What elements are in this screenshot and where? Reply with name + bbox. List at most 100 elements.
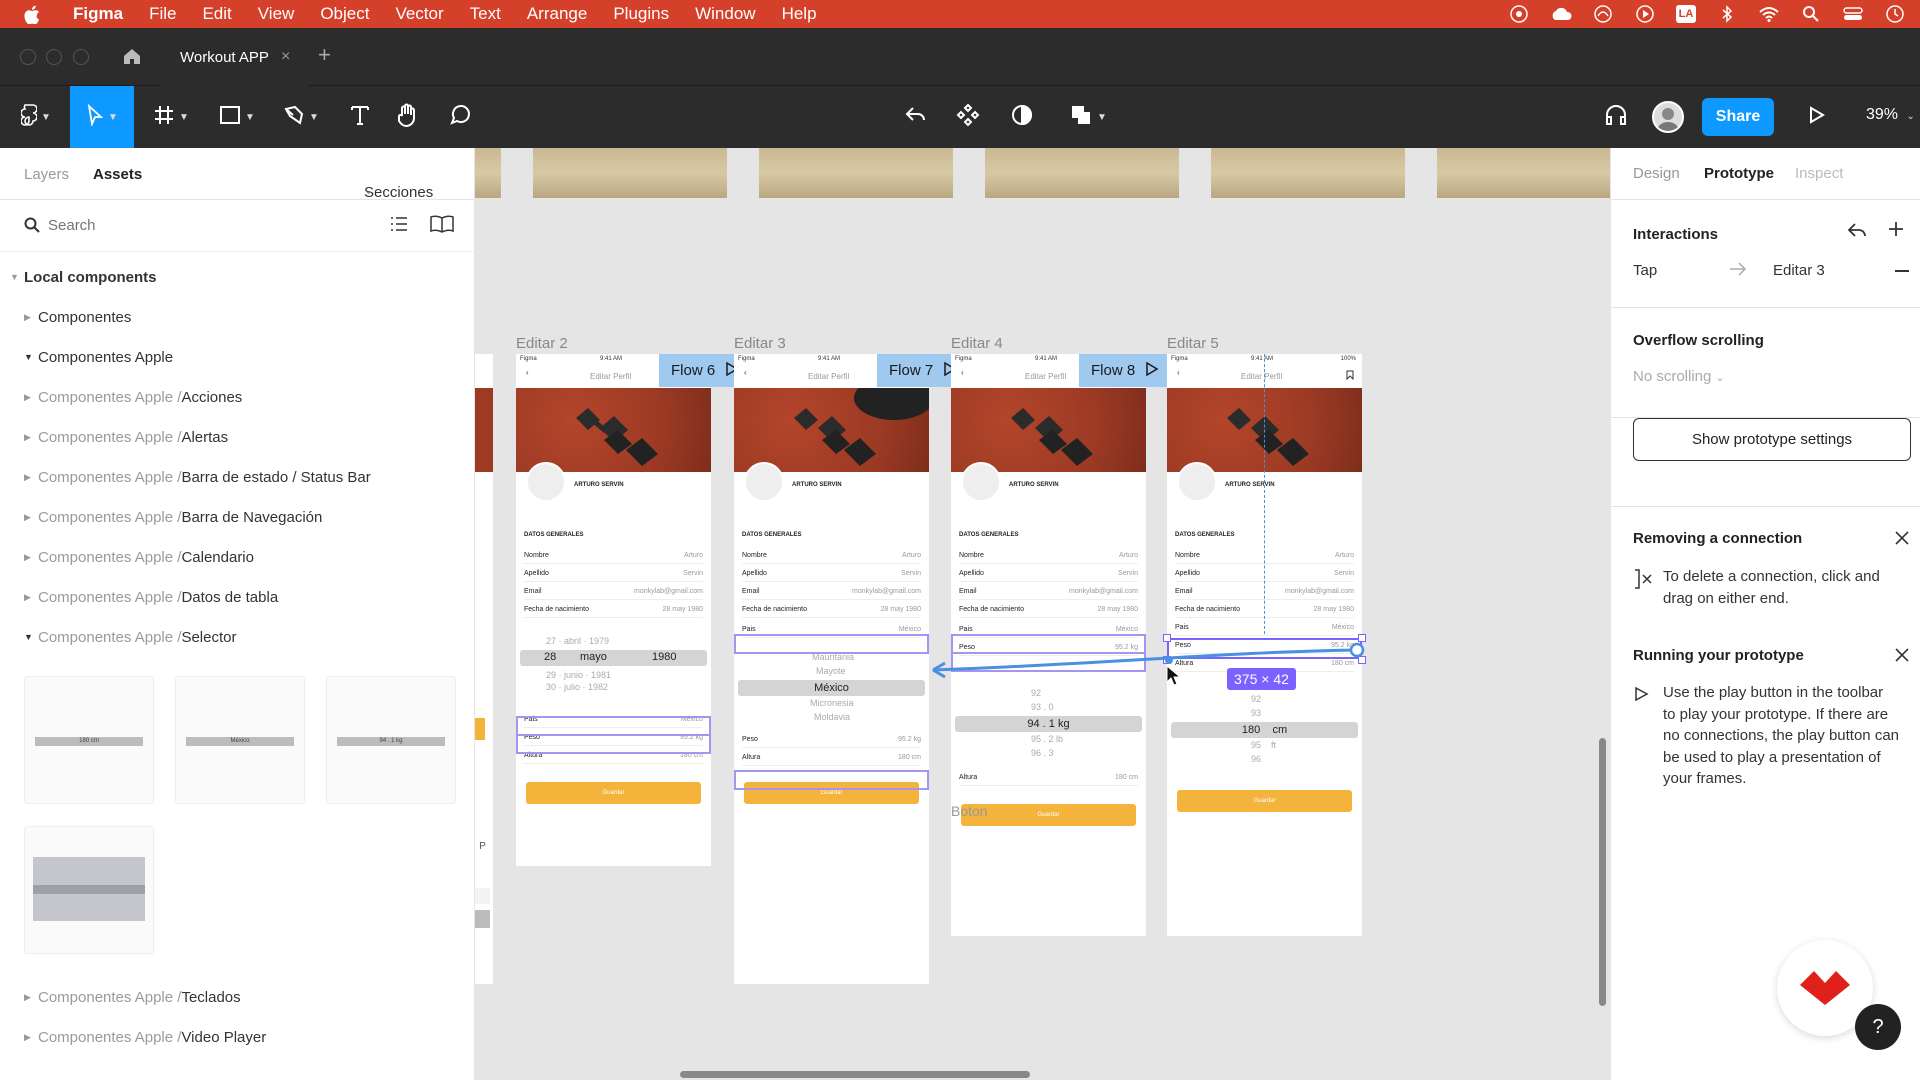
adobe-cc-icon[interactable] [1592, 5, 1614, 23]
shape-tool-button[interactable]: ▼ [212, 86, 262, 148]
form-row[interactable]: Nombre Arturo [742, 552, 921, 564]
form-row[interactable]: Email monkylab@gmail.com [742, 588, 921, 600]
tree-item-componentes[interactable]: ▶ Componentes [24, 306, 131, 328]
partial-p-widget[interactable]: P [475, 838, 490, 856]
new-tab-icon[interactable]: + [318, 42, 331, 68]
search-input[interactable] [48, 214, 348, 236]
date-picker-selection[interactable]: 28 mayo 1980 [520, 650, 707, 666]
tab-inspect[interactable]: Inspect [1795, 165, 1843, 182]
tree-item-barra-estado[interactable]: ▶ Componentes Apple / Barra de estado / … [24, 466, 371, 488]
overflow-dropdown[interactable]: No scrolling ⌄ [1633, 366, 1725, 390]
photo-frame-strip[interactable] [985, 148, 1179, 198]
tree-item-datos-tabla[interactable]: ▶ Componentes Apple / Datos de tabla [24, 586, 278, 608]
component-thumbnail-height-picker[interactable]: 180 cm [24, 676, 154, 804]
window-minimize-button[interactable] [46, 49, 62, 65]
photo-frame-strip[interactable] [759, 148, 953, 198]
close-icon[interactable] [1894, 530, 1910, 551]
tree-item-selector[interactable]: ▼ Componentes Apple / Selector [24, 626, 236, 648]
form-row[interactable]: Altura 180 cm [959, 774, 1138, 786]
tab-assets[interactable]: Assets [93, 166, 142, 183]
photo-frame-strip[interactable] [1211, 148, 1405, 198]
hotspot-pais[interactable] [516, 716, 711, 736]
audio-chat-button[interactable] [1596, 86, 1636, 148]
move-tool-button[interactable]: ▼ [70, 86, 134, 148]
form-row[interactable]: Apellido Servin [959, 570, 1138, 582]
tree-item-alertas[interactable]: ▶ Componentes Apple / Alertas [24, 426, 228, 448]
height-picker-selection[interactable]: 180 cm [1171, 722, 1358, 738]
partial-grey-widget[interactable] [475, 910, 490, 928]
photo-frame-strip[interactable] [1437, 148, 1610, 198]
hotspot-pais[interactable] [734, 634, 929, 654]
interaction-trigger[interactable]: Tap [1633, 260, 1657, 282]
comment-tool-button[interactable] [440, 86, 480, 148]
hand-tool-button[interactable] [388, 86, 428, 148]
weight-picker-selection[interactable]: 94 . 1 kg [955, 716, 1142, 732]
component-thumbnail-weight-picker[interactable]: 94 . 1 kg [326, 676, 456, 804]
show-prototype-settings-button[interactable]: Show prototype settings [1633, 418, 1911, 461]
hotspot-peso[interactable] [734, 770, 929, 790]
form-row[interactable]: Fecha de nacimiento 28 may 1980 [742, 606, 921, 618]
form-row[interactable]: Altura 180 cm [742, 754, 921, 766]
prototype-connection-line[interactable] [925, 638, 1375, 688]
menu-file[interactable]: File [136, 4, 189, 24]
boton-layer-label[interactable]: Boton [951, 803, 988, 819]
horizontal-scrollbar[interactable] [680, 1071, 1030, 1078]
component-thumbnail-country-picker[interactable]: México [175, 676, 305, 804]
pen-tool-button[interactable]: ▼ [276, 86, 326, 148]
component-thumbnail-date-picker[interactable] [24, 826, 154, 954]
photo-frame-strip[interactable] [475, 148, 501, 198]
menu-plugins[interactable]: Plugins [600, 4, 682, 24]
share-button[interactable]: Share [1702, 98, 1774, 136]
prototype-link-button[interactable] [896, 86, 936, 148]
user-avatar[interactable] [1652, 101, 1684, 133]
form-row[interactable]: Nombre Arturo [524, 552, 703, 564]
close-icon[interactable] [1894, 647, 1910, 668]
close-tab-icon[interactable]: × [281, 48, 290, 66]
menu-app-figma[interactable]: Figma [60, 4, 136, 24]
menu-text[interactable]: Text [457, 4, 514, 24]
wifi-icon[interactable] [1758, 5, 1780, 23]
save-button[interactable]: Guardar [526, 782, 701, 804]
menu-vector[interactable]: Vector [382, 4, 456, 24]
bluetooth-icon[interactable] [1716, 5, 1738, 23]
country-picker-selection[interactable]: México [738, 680, 925, 696]
menu-arrange[interactable]: Arrange [514, 4, 600, 24]
flow-starting-point[interactable]: Flow 8 [1079, 354, 1173, 387]
zoom-dropdown[interactable]: 39% ⌄ [1866, 106, 1915, 124]
form-row[interactable]: Nombre Arturo [959, 552, 1138, 564]
photo-frame-strip[interactable] [533, 148, 727, 198]
tree-item-barra-navegacion[interactable]: ▶ Componentes Apple / Barra de Navegació… [24, 506, 322, 528]
tree-item-video-player[interactable]: ▶ Componentes Apple / Video Player [24, 1026, 266, 1048]
menu-object[interactable]: Object [307, 4, 382, 24]
tree-item-calendario[interactable]: ▶ Componentes Apple / Calendario [24, 546, 254, 568]
interaction-destination[interactable]: Editar 3 [1773, 260, 1825, 282]
control-center-icon[interactable] [1842, 5, 1864, 23]
frame-label-editar-4[interactable]: Editar 4 [951, 335, 1003, 352]
menu-help[interactable]: Help [769, 4, 830, 24]
frame-label-editar-2[interactable]: Editar 2 [516, 335, 568, 352]
form-row[interactable]: Apellido Servin [524, 570, 703, 582]
form-row[interactable]: Email monkylab@gmail.com [959, 588, 1138, 600]
clock-icon[interactable] [1884, 5, 1906, 23]
creative-cloud-icon[interactable] [1508, 5, 1530, 23]
list-view-icon[interactable] [390, 216, 408, 237]
keyboard-input-icon[interactable]: LA [1676, 5, 1696, 23]
local-components-header[interactable]: ▼ Local components [10, 266, 157, 288]
remove-interaction-icon[interactable] [1895, 270, 1909, 272]
tree-item-teclados[interactable]: ▶ Componentes Apple / Teclados [24, 986, 241, 1008]
main-menu-button[interactable]: ▼ [10, 86, 62, 148]
design-canvas[interactable]: Editar 2 Editar 3 Editar 4 Editar 5 Figm… [475, 148, 1610, 1080]
tree-item-componentes-apple[interactable]: ▼ Componentes Apple [24, 346, 173, 368]
partial-close-widget[interactable] [475, 888, 490, 904]
frame-label-editar-5[interactable]: Editar 5 [1167, 335, 1219, 352]
form-row[interactable]: Fecha de nacimiento 28 may 1980 [524, 606, 703, 618]
form-row[interactable]: Email monkylab@gmail.com [524, 588, 703, 600]
play-circle-icon[interactable] [1634, 5, 1656, 23]
present-button[interactable] [1796, 86, 1836, 148]
boolean-ops-button[interactable]: ▼ [1060, 86, 1116, 148]
spotlight-search-icon[interactable] [1800, 5, 1822, 23]
components-button[interactable] [948, 86, 988, 148]
mask-button[interactable] [1002, 86, 1042, 148]
window-zoom-button[interactable] [73, 49, 89, 65]
tree-item-acciones[interactable]: ▶ Componentes Apple / Acciones [24, 386, 242, 408]
